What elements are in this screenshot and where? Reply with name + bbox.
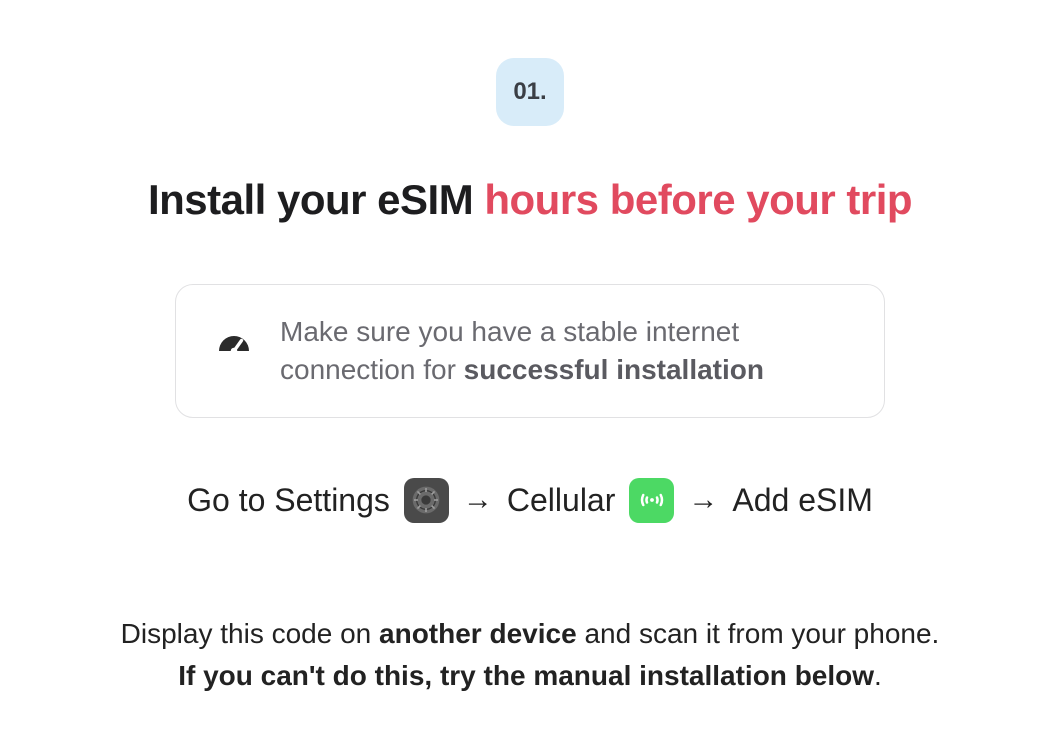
instr-l1c: and scan it from your phone. bbox=[577, 618, 940, 649]
settings-icon bbox=[404, 478, 449, 523]
arrow-right-icon: → bbox=[463, 483, 493, 517]
tip-text: Make sure you have a stable internet con… bbox=[280, 313, 844, 389]
nav-goto-settings: Go to Settings bbox=[187, 482, 390, 519]
instr-l2: If you can't do this, try the manual ins… bbox=[178, 660, 874, 691]
nav-add-esim: Add eSIM bbox=[732, 482, 873, 519]
instr-period: . bbox=[874, 660, 882, 691]
nav-cellular: Cellular bbox=[507, 482, 615, 519]
page-title: Install your eSIM hours before your trip bbox=[148, 176, 912, 224]
navigation-path: Go to Settings → Cellular → Add eSIM bbox=[187, 478, 873, 523]
speedometer-icon bbox=[216, 330, 252, 371]
step-number-badge: 01. bbox=[496, 58, 564, 126]
instr-l1a: Display this code on bbox=[121, 618, 379, 649]
arrow-right-icon: → bbox=[688, 483, 718, 517]
connection-tip-card: Make sure you have a stable internet con… bbox=[175, 284, 885, 418]
cellular-icon bbox=[629, 478, 674, 523]
instr-l1b: another device bbox=[379, 618, 577, 649]
title-accent: hours before your trip bbox=[484, 176, 912, 223]
title-part1: Install your eSIM bbox=[148, 176, 484, 223]
scan-instruction: Display this code on another device and … bbox=[121, 613, 940, 697]
tip-bold: successful installation bbox=[464, 354, 764, 385]
